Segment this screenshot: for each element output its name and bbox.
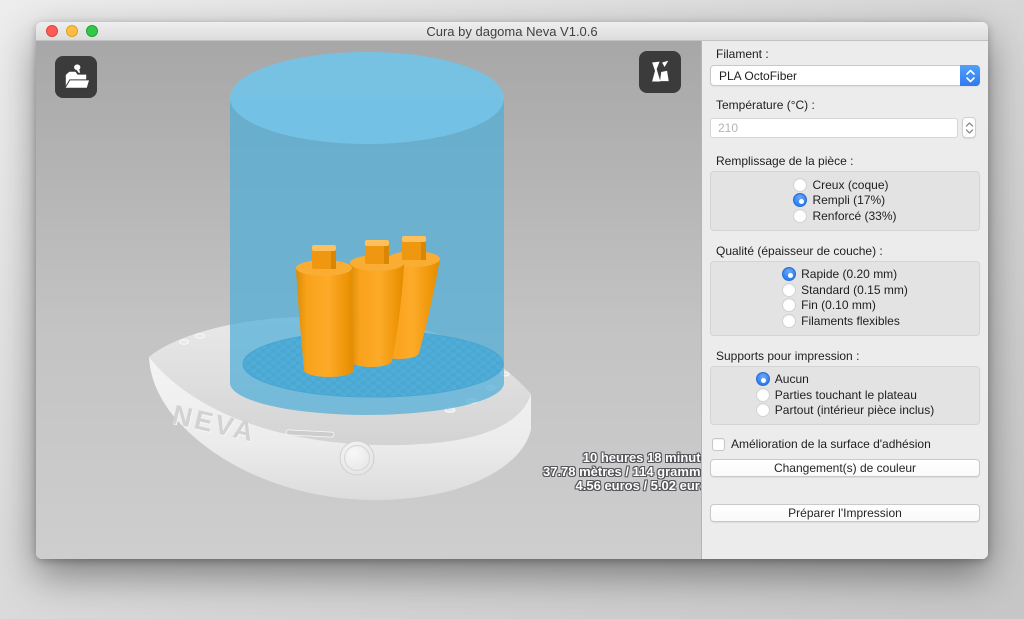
traffic-lights bbox=[46, 25, 98, 37]
base-power-button bbox=[340, 441, 374, 475]
settings-panel: Filament : PLA OctoFiber Température (°C… bbox=[701, 41, 988, 559]
option-rempli[interactable]: Rempli (17%) bbox=[793, 193, 896, 209]
radio-rapide[interactable] bbox=[782, 267, 796, 281]
load-model-icon bbox=[59, 60, 93, 94]
filament-select[interactable]: PLA OctoFiber bbox=[710, 65, 980, 86]
color-change-button[interactable]: Changement(s) de couleur bbox=[710, 459, 980, 477]
temperature-stepper[interactable] bbox=[962, 117, 976, 138]
option-fin[interactable]: Fin (0.10 mm) bbox=[782, 298, 908, 314]
quality-section-label: Qualité (épaisseur de couche) : bbox=[716, 244, 980, 258]
filament-label: Filament : bbox=[716, 47, 980, 61]
option-standard[interactable]: Standard (0.15 mm) bbox=[782, 282, 908, 298]
infill-group: Creux (coque) Rempli (17%) Renforcé (33%… bbox=[710, 171, 980, 231]
quality-section: Qualité (épaisseur de couche) : Rapide (… bbox=[710, 244, 980, 336]
radio-standard[interactable] bbox=[782, 283, 796, 297]
print-stats: 10 heures 18 minutes 37.78 mètres / 114 … bbox=[543, 451, 701, 493]
option-flexibles[interactable]: Filaments flexibles bbox=[782, 313, 908, 329]
radio-rempli[interactable] bbox=[793, 193, 807, 207]
view-mode-button[interactable] bbox=[639, 51, 681, 93]
adhesion-checkbox[interactable] bbox=[712, 438, 725, 451]
temperature-label: Température (°C) : bbox=[716, 98, 980, 112]
radio-fin[interactable] bbox=[782, 298, 796, 312]
option-rapide[interactable]: Rapide (0.20 mm) bbox=[782, 267, 908, 283]
option-renforce[interactable]: Renforcé (33%) bbox=[793, 208, 896, 224]
load-model-button[interactable] bbox=[55, 56, 97, 98]
radio-parties[interactable] bbox=[756, 388, 770, 402]
quality-group: Rapide (0.20 mm) Standard (0.15 mm) Fin … bbox=[710, 261, 980, 336]
print-time: 10 heures 18 minutes bbox=[543, 451, 701, 465]
print-cost: 4.56 euros / 5.02 euros bbox=[543, 479, 701, 493]
adhesion-label: Amélioration de la surface d'adhésion bbox=[731, 437, 931, 451]
option-parties[interactable]: Parties touchant le plateau bbox=[756, 387, 934, 403]
radio-creux[interactable] bbox=[793, 178, 807, 192]
radio-partout[interactable] bbox=[756, 403, 770, 417]
option-aucun[interactable]: Aucun bbox=[756, 372, 934, 388]
fullscreen-button[interactable] bbox=[86, 25, 98, 37]
window-content: NEVA NEVA bbox=[36, 41, 988, 559]
window-title: Cura by dagoma Neva V1.0.6 bbox=[36, 22, 988, 41]
close-button[interactable] bbox=[46, 25, 58, 37]
option-partout[interactable]: Partout (intérieur pièce inclus) bbox=[756, 403, 934, 419]
option-creux[interactable]: Creux (coque) bbox=[793, 177, 896, 193]
minimize-button[interactable] bbox=[66, 25, 78, 37]
app-window: Cura by dagoma Neva V1.0.6 bbox=[36, 22, 988, 559]
viewport-3d[interactable]: NEVA NEVA bbox=[36, 41, 701, 559]
infill-section-label: Remplissage de la pièce : bbox=[716, 154, 980, 168]
temperature-input[interactable] bbox=[710, 118, 958, 138]
infill-section: Remplissage de la pièce : Creux (coque) … bbox=[710, 154, 980, 231]
adhesion-option[interactable]: Amélioration de la surface d'adhésion bbox=[712, 437, 980, 451]
supports-section-label: Supports pour impression : bbox=[716, 349, 980, 363]
dropdown-arrows-icon bbox=[960, 65, 980, 86]
radio-renforce[interactable] bbox=[793, 209, 807, 223]
radio-aucun[interactable] bbox=[756, 372, 770, 386]
window-titlebar[interactable]: Cura by dagoma Neva V1.0.6 bbox=[36, 22, 988, 41]
supports-section: Supports pour impression : Aucun Parties… bbox=[710, 349, 980, 426]
print-material: 37.78 mètres / 114 grammes bbox=[543, 465, 701, 479]
supports-group: Aucun Parties touchant le plateau Partou… bbox=[710, 366, 980, 426]
layer-view-icon bbox=[643, 55, 677, 89]
filament-value: PLA OctoFiber bbox=[711, 69, 960, 83]
radio-flexibles[interactable] bbox=[782, 314, 796, 328]
prepare-print-button[interactable]: Préparer l'Impression bbox=[710, 504, 980, 522]
model-1 bbox=[296, 245, 354, 377]
